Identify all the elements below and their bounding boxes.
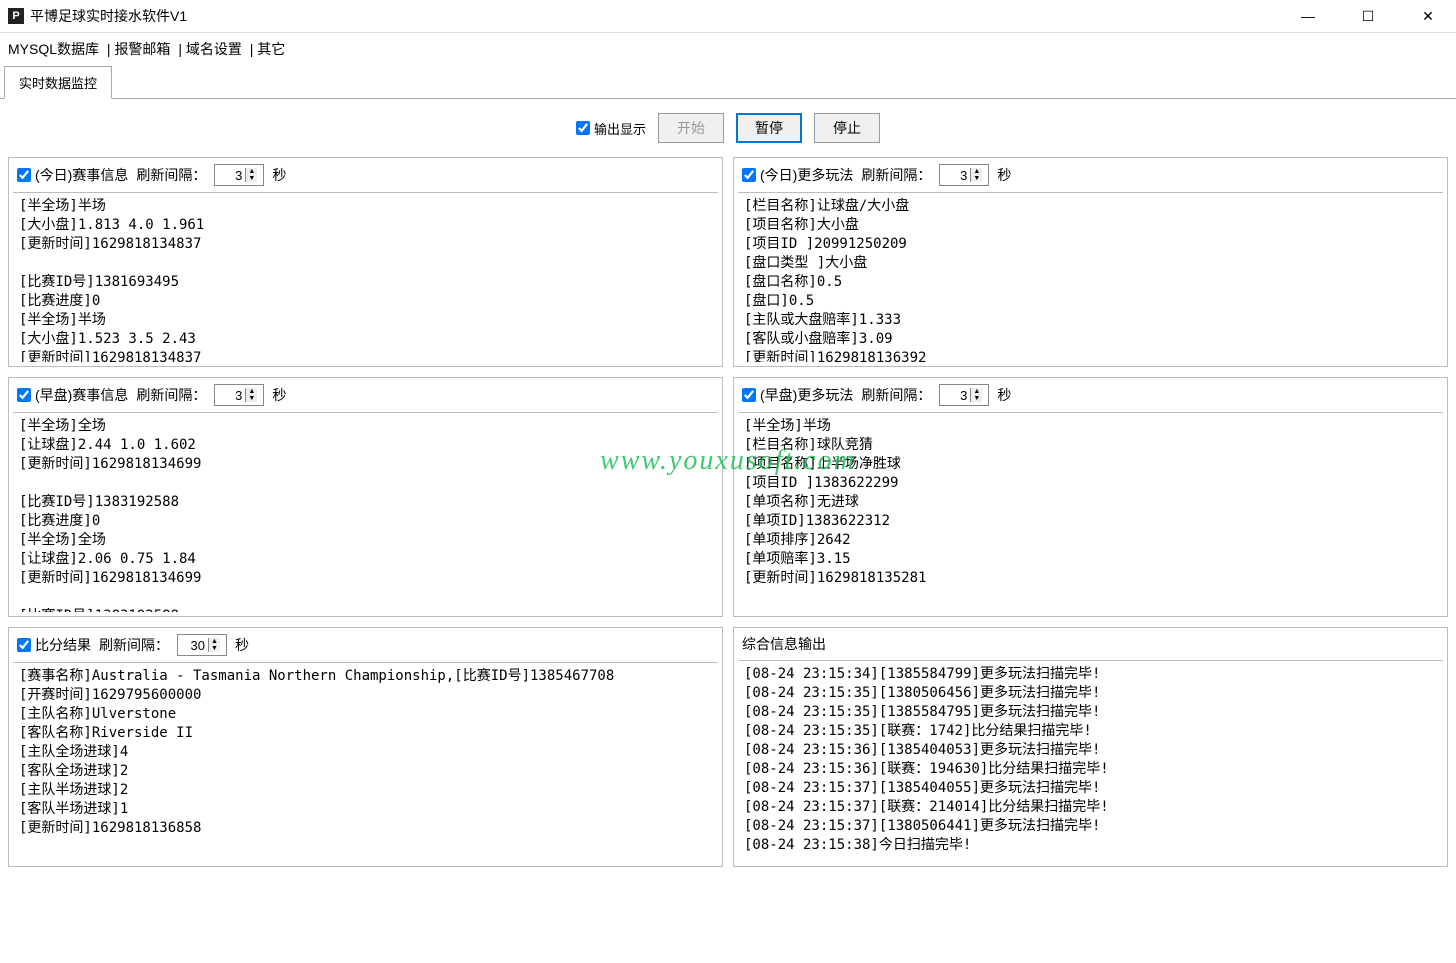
today-more-checkbox[interactable]: (今日)更多玩法: [742, 165, 853, 185]
pause-button[interactable]: 暂停: [736, 113, 802, 143]
spinner-down-icon[interactable]: ▼: [246, 175, 257, 182]
today-match-log[interactable]: [半全场]半场 [大小盘]1.813 4.0 1.961 [更新时间]16298…: [13, 192, 718, 362]
tab-bar: 实时数据监控: [0, 65, 1456, 99]
early-more-interval[interactable]: ▲▼: [939, 384, 989, 406]
early-match-interval[interactable]: ▲▼: [214, 384, 264, 406]
spinner-up-icon[interactable]: ▲: [971, 388, 982, 395]
spinner-up-icon[interactable]: ▲: [971, 168, 982, 175]
menu-bar: MYSQL数据库 | 报警邮箱 | 域名设置 | 其它: [0, 33, 1456, 65]
maximize-button[interactable]: ☐: [1348, 4, 1388, 28]
menu-domain[interactable]: 域名设置: [186, 41, 242, 57]
menu-mysql[interactable]: MYSQL数据库: [8, 41, 99, 57]
panel-early-more: (早盘)更多玩法 刷新间隔： ▲▼ 秒 [半全场]半场 [栏目名称]球队竞猜 […: [733, 377, 1448, 617]
panel-summary-output: 综合信息输出 [08-24 23:15:34][1385584799]更多玩法扫…: [733, 627, 1448, 867]
early-match-checkbox[interactable]: (早盘)赛事信息: [17, 385, 128, 405]
app-icon: P: [8, 8, 24, 24]
panel-today-more: (今日)更多玩法 刷新间隔： ▲▼ 秒 [栏目名称]让球盘/大小盘 [项目名称]…: [733, 157, 1448, 367]
spinner-up-icon[interactable]: ▲: [209, 638, 220, 645]
spinner-up-icon[interactable]: ▲: [246, 168, 257, 175]
menu-alarm[interactable]: 报警邮箱: [114, 41, 170, 57]
minimize-button[interactable]: —: [1288, 4, 1328, 28]
score-result-interval[interactable]: ▲▼: [177, 634, 227, 656]
today-match-interval[interactable]: ▲▼: [214, 164, 264, 186]
title-bar: P 平博足球实时接水软件V1 — ☐ ✕: [0, 0, 1456, 33]
spinner-up-icon[interactable]: ▲: [246, 388, 257, 395]
spinner-down-icon[interactable]: ▼: [246, 395, 257, 402]
score-result-checkbox[interactable]: 比分结果: [17, 635, 91, 655]
menu-other[interactable]: 其它: [257, 41, 285, 57]
toolbar: 输出显示 开始 暂停 停止: [0, 99, 1456, 157]
spinner-down-icon[interactable]: ▼: [209, 645, 220, 652]
today-match-checkbox[interactable]: (今日)赛事信息: [17, 165, 128, 185]
early-more-checkbox[interactable]: (早盘)更多玩法: [742, 385, 853, 405]
tab-realtime-monitor[interactable]: 实时数据监控: [4, 66, 112, 99]
today-more-interval[interactable]: ▲▼: [939, 164, 989, 186]
window-title: 平博足球实时接水软件V1: [30, 6, 1288, 26]
today-more-log[interactable]: [栏目名称]让球盘/大小盘 [项目名称]大小盘 [项目ID ]209912502…: [738, 192, 1443, 362]
panel-early-match: (早盘)赛事信息 刷新间隔： ▲▼ 秒 [半全场]全场 [让球盘]2.44 1.…: [8, 377, 723, 617]
summary-output-log[interactable]: [08-24 23:15:34][1385584799]更多玩法扫描完毕! [0…: [738, 660, 1443, 862]
score-result-log[interactable]: [赛事名称]Australia - Tasmania Northern Cham…: [13, 662, 718, 862]
summary-title: 综合信息输出: [742, 634, 826, 654]
early-more-log[interactable]: [半全场]半场 [栏目名称]球队竞猜 [项目名称]上半场净胜球 [项目ID ]1…: [738, 412, 1443, 612]
output-display-input[interactable]: [576, 121, 590, 135]
early-match-log[interactable]: [半全场]全场 [让球盘]2.44 1.0 1.602 [更新时间]162981…: [13, 412, 718, 612]
panel-today-match: (今日)赛事信息 刷新间隔： ▲▼ 秒 [半全场]半场 [大小盘]1.813 4…: [8, 157, 723, 367]
spinner-down-icon[interactable]: ▼: [971, 175, 982, 182]
output-display-checkbox[interactable]: 输出显示: [576, 119, 646, 138]
spinner-down-icon[interactable]: ▼: [971, 395, 982, 402]
panel-score-result: 比分结果 刷新间隔： ▲▼ 秒 [赛事名称]Australia - Tasman…: [8, 627, 723, 867]
close-button[interactable]: ✕: [1408, 4, 1448, 28]
start-button[interactable]: 开始: [658, 113, 724, 143]
stop-button[interactable]: 停止: [814, 113, 880, 143]
